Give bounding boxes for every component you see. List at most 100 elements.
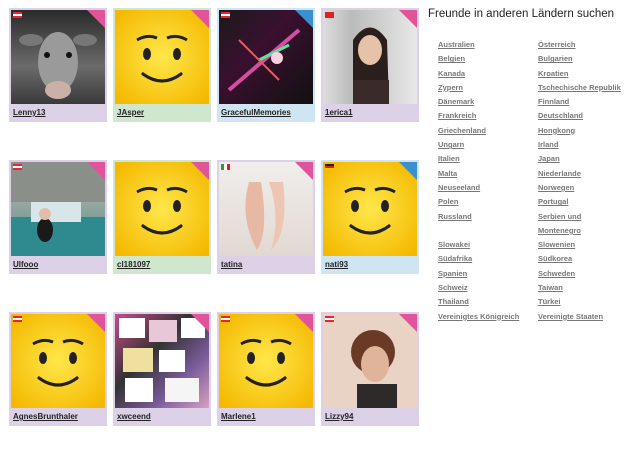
sidebar-title: Freunde in anderen Ländern suchen	[428, 8, 615, 20]
friend-avatar[interactable]	[323, 314, 417, 408]
friend-avatar[interactable]	[11, 314, 105, 408]
country-link[interactable]: Zypern	[438, 81, 538, 95]
female-corner-icon	[295, 314, 313, 332]
female-corner-icon	[87, 162, 105, 180]
country-flag-icon	[221, 316, 230, 322]
country-link[interactable]: Polen	[438, 195, 538, 209]
country-link[interactable]: Australien	[438, 38, 538, 52]
friend-username-link[interactable]: Marlene1	[219, 408, 313, 422]
country-link[interactable]: Finnland	[538, 95, 624, 109]
country-link[interactable]: Kroatien	[538, 67, 624, 81]
country-link[interactable]: Schweiz	[438, 281, 538, 295]
country-flag-icon	[325, 164, 334, 170]
country-link[interactable]: Südafrika	[438, 252, 538, 266]
friend-username-link[interactable]: JAsper	[115, 104, 209, 118]
friend-username-link[interactable]: 1erica1	[323, 104, 417, 118]
country-link[interactable]: Deutschland	[538, 109, 624, 123]
country-link[interactable]: Slowenien	[538, 238, 624, 252]
country-link[interactable]: Hongkong	[538, 124, 624, 138]
country-link[interactable]: Neuseeland	[438, 181, 538, 195]
country-link[interactable]: Ungarn	[438, 138, 538, 152]
country-link[interactable]: Schweden	[538, 267, 624, 281]
country-link[interactable]: Serbien und	[538, 210, 624, 224]
country-link[interactable]: Russland	[438, 210, 538, 224]
friend-card[interactable]: GracefulMemories	[217, 8, 315, 122]
female-corner-icon	[295, 162, 313, 180]
country-flag-icon	[13, 12, 22, 18]
country-link[interactable]: Spanien	[438, 267, 538, 281]
friend-avatar[interactable]	[115, 162, 209, 256]
male-corner-icon	[399, 162, 417, 180]
friend-username-link[interactable]: Lizzy94	[323, 408, 417, 422]
female-corner-icon	[87, 314, 105, 332]
country-flag-icon	[13, 316, 22, 322]
country-link[interactable]: Thailand	[438, 295, 538, 309]
female-corner-icon	[87, 10, 105, 28]
country-link[interactable]: Dänemark	[438, 95, 538, 109]
country-link[interactable]: Griechenland	[438, 124, 538, 138]
friend-card[interactable]: 1erica1	[321, 8, 419, 122]
country-flag-icon	[325, 316, 334, 322]
female-corner-icon	[399, 10, 417, 28]
friend-avatar[interactable]	[115, 314, 209, 408]
friend-avatar[interactable]	[11, 10, 105, 104]
country-link[interactable]: Japan	[538, 152, 624, 166]
friend-card[interactable]: Ulfooo	[9, 160, 107, 274]
friend-avatar[interactable]	[219, 10, 313, 104]
friend-card[interactable]: nati93	[321, 160, 419, 274]
friend-username-link[interactable]: nati93	[323, 256, 417, 270]
friends-grid: Lenny13 JAsper GracefulMemories 1erica1 Ulfo…	[9, 8, 425, 462]
friend-card[interactable]: JAsper	[113, 8, 211, 122]
friend-avatar[interactable]	[219, 162, 313, 256]
friend-card[interactable]: AgnesBrunthaler	[9, 312, 107, 426]
country-link[interactable]: Südkorea	[538, 252, 624, 266]
country-link[interactable]: Norwegen	[538, 181, 624, 195]
country-link[interactable]: Österreich	[538, 38, 624, 52]
friend-card[interactable]: xwceend	[113, 312, 211, 426]
friend-username-link[interactable]: Lenny13	[11, 104, 105, 118]
friend-username-link[interactable]: GracefulMemories	[219, 104, 313, 118]
country-flag-icon	[221, 12, 230, 18]
friend-username-link[interactable]: cl181097	[115, 256, 209, 270]
friend-avatar[interactable]	[323, 10, 417, 104]
friend-card[interactable]: tatina	[217, 160, 315, 274]
country-link[interactable]: Vereinigte Staaten	[538, 310, 624, 324]
male-corner-icon	[295, 10, 313, 28]
country-column-left: Australien Belgien Kanada Zypern Dänemark Fra…	[438, 38, 538, 324]
female-corner-icon	[191, 10, 209, 28]
country-link[interactable]: Türkei	[538, 295, 624, 309]
country-sidebar: Freunde in anderen Ländern suchen	[428, 8, 624, 36]
friend-avatar[interactable]	[219, 314, 313, 408]
friend-avatar[interactable]	[115, 10, 209, 104]
country-flag-icon	[13, 164, 22, 170]
country-link[interactable]: Italien	[438, 152, 538, 166]
friend-username-link[interactable]: AgnesBrunthaler	[11, 408, 105, 422]
country-link[interactable]: Frankreich	[438, 109, 538, 123]
country-link[interactable]: Bulgarien	[538, 52, 624, 66]
friend-card[interactable]: Marlene1	[217, 312, 315, 426]
country-flag-icon	[325, 12, 334, 18]
country-link[interactable]: Montenegro	[538, 224, 624, 238]
friend-username-link[interactable]: tatina	[219, 256, 313, 270]
country-link[interactable]: Portugal	[538, 195, 624, 209]
country-link[interactable]: Taiwan	[538, 281, 624, 295]
friend-avatar[interactable]	[323, 162, 417, 256]
friend-card[interactable]: Lenny13	[9, 8, 107, 122]
country-link[interactable]: Slowakei	[438, 238, 538, 252]
country-link[interactable]: Niederlande	[538, 167, 624, 181]
country-column-right: Österreich Bulgarien Kroatien Tschechische …	[538, 38, 624, 324]
friend-card[interactable]: Lizzy94	[321, 312, 419, 426]
friend-username-link[interactable]: xwceend	[115, 408, 209, 422]
friend-card[interactable]: cl181097	[113, 160, 211, 274]
country-link[interactable]: Vereinigtes Königreich	[438, 310, 538, 324]
friends-page: Lenny13 JAsper GracefulMemories 1erica1 Ulfo…	[0, 0, 624, 462]
female-corner-icon	[191, 162, 209, 180]
country-link[interactable]: Tschechische Republik	[538, 81, 624, 95]
friend-avatar[interactable]	[11, 162, 105, 256]
country-link[interactable]: Irland	[538, 138, 624, 152]
friend-username-link[interactable]: Ulfooo	[11, 256, 105, 270]
country-link[interactable]: Belgien	[438, 52, 538, 66]
country-link[interactable]: Malta	[438, 167, 538, 181]
country-link[interactable]: Kanada	[438, 67, 538, 81]
female-corner-icon	[399, 314, 417, 332]
